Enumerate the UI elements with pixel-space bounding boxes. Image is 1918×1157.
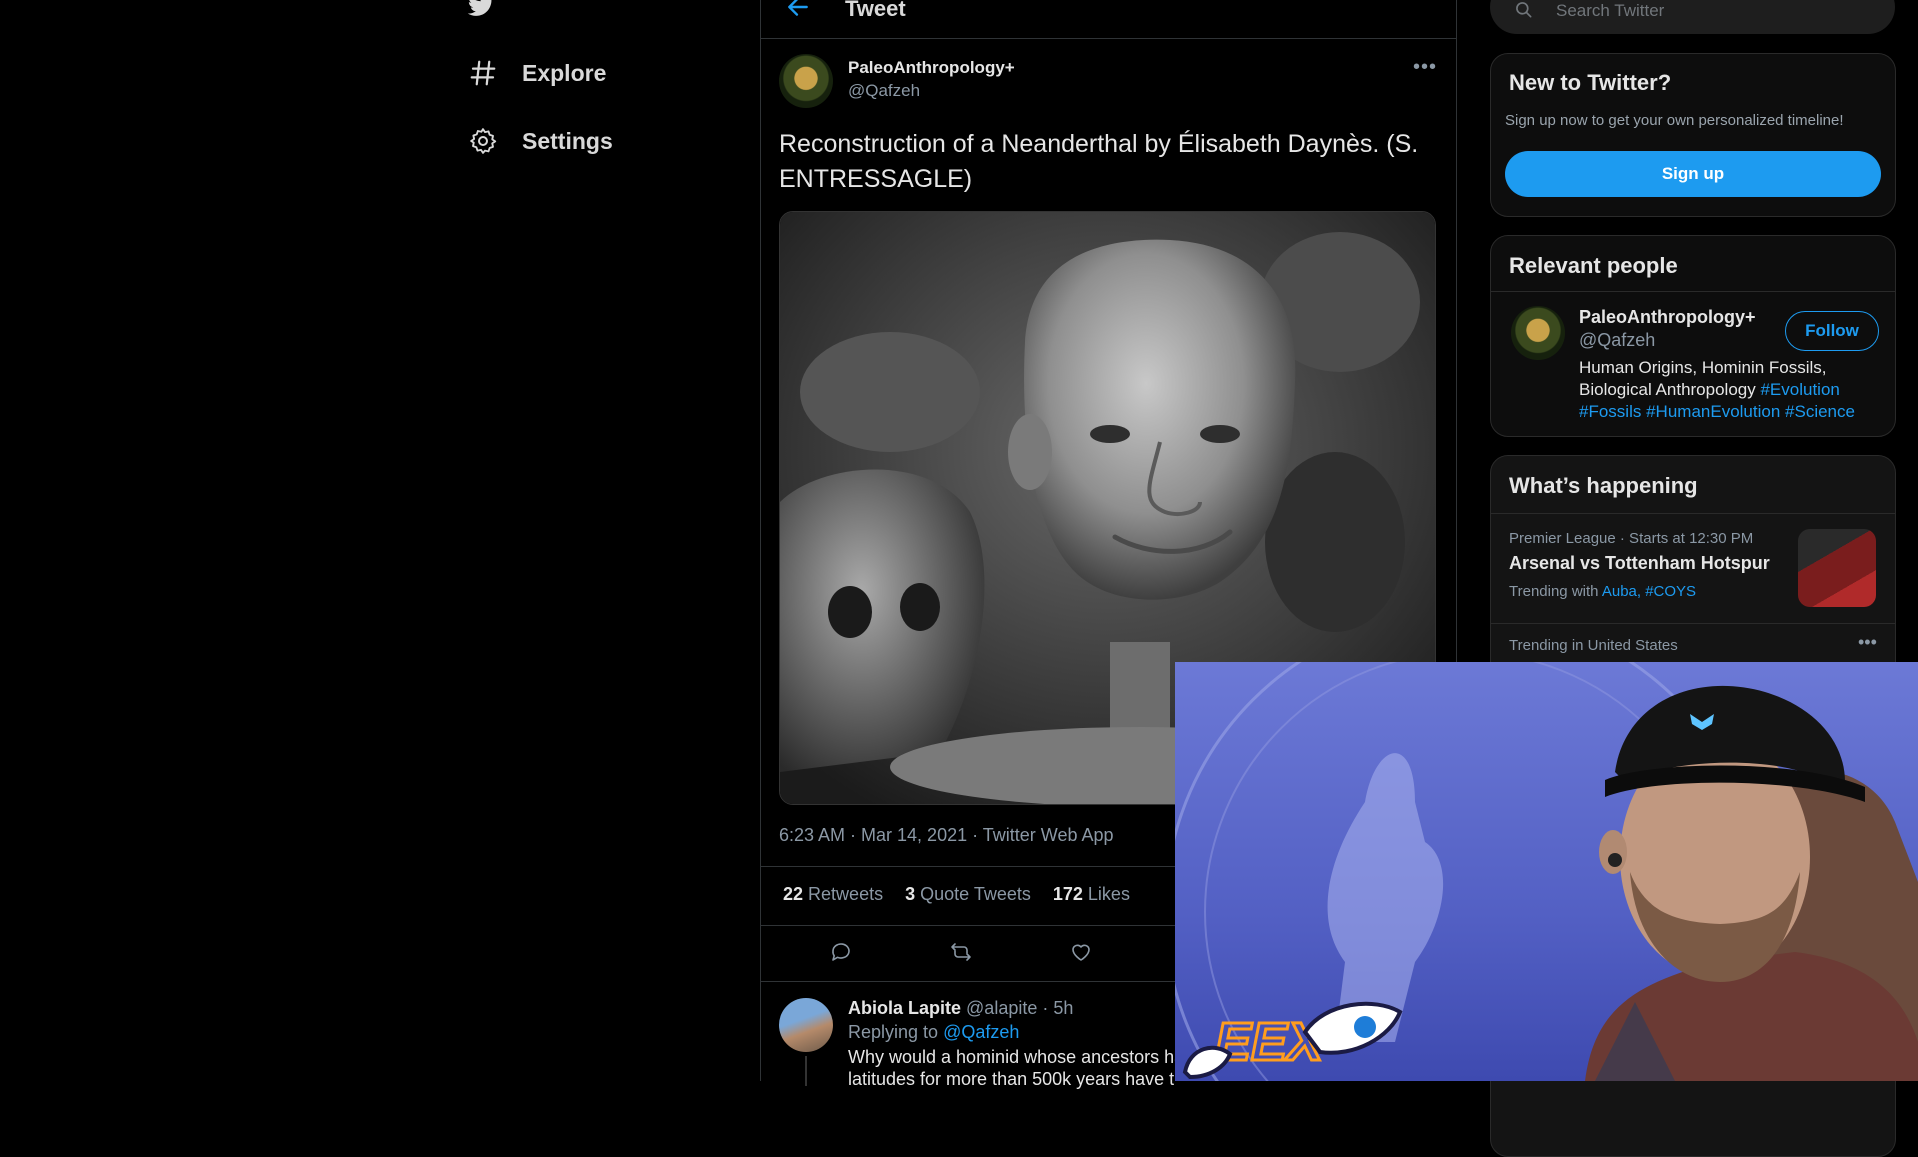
reply-avatar[interactable] [779, 998, 833, 1052]
reply-handle-time[interactable]: @alapite · 5h [966, 998, 1073, 1018]
streamer-webcam: EEX [1175, 662, 1918, 1081]
channel-logo: EEX [1215, 1012, 1326, 1072]
retweets-stat[interactable]: 22 Retweets [783, 884, 883, 905]
hashtag-link[interactable]: #Evolution [1760, 380, 1839, 399]
gear-icon [470, 128, 497, 154]
reply-icon[interactable] [829, 940, 853, 964]
twitter-logo-icon[interactable] [466, 0, 496, 18]
tweet-timestamp[interactable]: 6:23 AM · Mar 14, 2021 · Twitter Web App [779, 825, 1114, 846]
avatar[interactable] [779, 54, 833, 108]
follow-button[interactable]: Follow [1785, 311, 1879, 351]
tweet-text: Reconstruction of a Neanderthal by Élisa… [779, 130, 1419, 193]
trend-tags[interactable]: Auba, #COYS [1602, 583, 1696, 600]
replying-to: Replying to @Qafzeh [848, 1022, 1020, 1042]
trend-meta: Trending in United States [1509, 637, 1678, 654]
reply-text: latitudes for more than 500k years have … [848, 1069, 1175, 1089]
trend-title: Arsenal vs Tottenham Hotspur [1509, 553, 1770, 573]
relevant-people-card: Relevant people PaleoAnthropology+ @Qafz… [1490, 235, 1896, 437]
divider [1491, 623, 1895, 624]
reply-author-name[interactable]: Abiola Lapite [848, 998, 961, 1018]
author-name[interactable]: PaleoAnthropology+ [848, 58, 1015, 78]
divider [1491, 291, 1895, 292]
hashtag-link[interactable]: #Science [1785, 402, 1855, 421]
retweet-icon[interactable] [949, 940, 973, 964]
reply-text: Why would a hominid whose ancestors ha [848, 1047, 1185, 1067]
divider [1491, 513, 1895, 514]
nav-item-label: Explore [522, 59, 607, 86]
nav-item-settings[interactable]: Settings [468, 126, 613, 156]
person-handle[interactable]: @Qafzeh [1579, 330, 1655, 351]
hashtag-link[interactable]: #Fossils [1579, 402, 1641, 421]
search-placeholder: Search Twitter [1556, 1, 1665, 20]
card-title: Relevant people [1509, 253, 1678, 278]
more-options-icon[interactable]: ••• [1413, 56, 1437, 79]
card-title: What’s happening [1509, 473, 1698, 498]
tweet-header: Tweet [761, 0, 1456, 39]
tweet-actions [829, 940, 1093, 964]
hashtag-icon [470, 60, 496, 86]
hashtag-link[interactable]: #HumanEvolution [1646, 402, 1780, 421]
trend-thumbnail [1798, 529, 1876, 607]
nav-item-explore[interactable]: Explore [468, 58, 606, 88]
likes-stat[interactable]: 172 Likes [1053, 884, 1130, 905]
tweet-stats: 22 Retweets 3 Quote Tweets 172 Likes [783, 884, 1130, 905]
avatar[interactable] [1511, 306, 1565, 360]
page-title: Tweet [845, 0, 906, 21]
search-icon [1516, 2, 1532, 18]
webcam-overlay: EEX [1175, 662, 1918, 1081]
quote-tweets-stat[interactable]: 3 Quote Tweets [905, 884, 1031, 905]
sign-up-button[interactable]: Sign up [1505, 151, 1881, 197]
thread-line [805, 1056, 807, 1086]
search-input[interactable]: Search Twitter [1490, 0, 1895, 34]
reply-header: Abiola Lapite @alapite · 5h [848, 998, 1073, 1019]
trend-with: Trending with Auba, #COYS [1509, 583, 1697, 600]
like-icon[interactable] [1069, 940, 1093, 964]
person-name[interactable]: PaleoAnthropology+ [1579, 307, 1756, 328]
card-title: New to Twitter? [1509, 70, 1672, 95]
new-to-twitter-card: New to Twitter? Sign up now to get your … [1490, 53, 1896, 217]
more-options-icon[interactable]: ••• [1858, 632, 1877, 653]
author-handle[interactable]: @Qafzeh [848, 81, 920, 101]
mention-link[interactable]: @Qafzeh [943, 1022, 1019, 1042]
card-subtitle: Sign up now to get your own personalized… [1505, 112, 1844, 129]
trend-meta: Premier League · Starts at 12:30 PM [1509, 530, 1754, 547]
person-bio: Human Origins, Hominin Fossils, Biologic… [1579, 358, 1855, 421]
back-arrow-icon[interactable] [785, 0, 811, 20]
nav-item-label: Settings [522, 127, 613, 154]
